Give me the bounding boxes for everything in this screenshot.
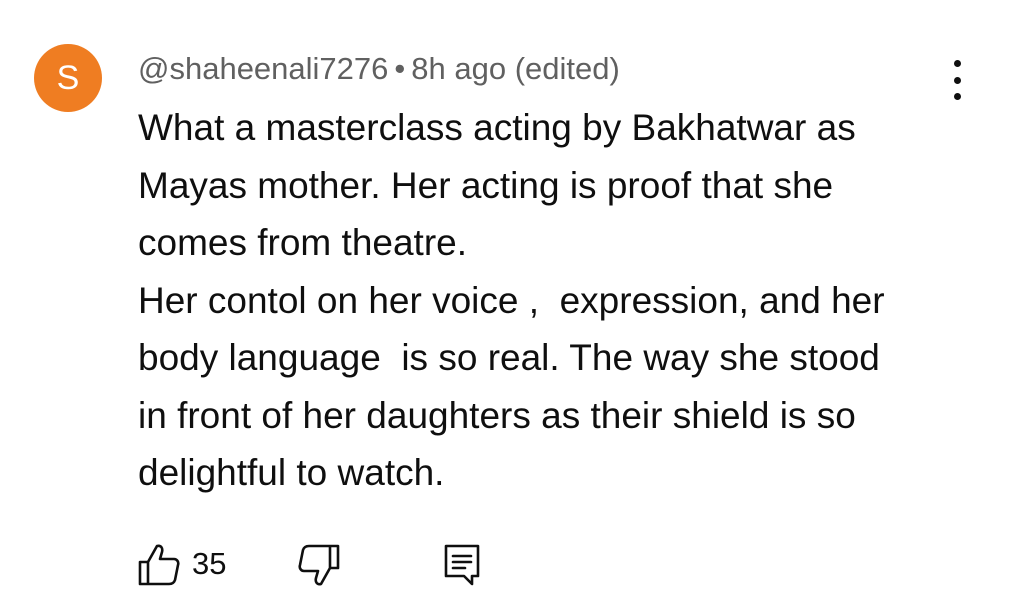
reply-button[interactable] bbox=[442, 542, 482, 586]
comment-line: comes from theatre. bbox=[138, 222, 468, 263]
like-count: 35 bbox=[192, 546, 227, 581]
comment-line: delightful to watch. bbox=[138, 452, 445, 493]
like-button[interactable] bbox=[138, 542, 180, 586]
timestamp: 8h ago bbox=[411, 51, 507, 86]
comment-card: S @shaheenali7276 • 8h ago (edited) What a… bbox=[0, 0, 1024, 592]
thumbs-up-icon bbox=[138, 544, 180, 586]
avatar-letter: S bbox=[56, 59, 80, 97]
more-options-button[interactable] bbox=[942, 60, 972, 100]
comment-line: What a masterclass acting by Bakhatwar a… bbox=[138, 107, 856, 148]
avatar[interactable]: S bbox=[34, 44, 102, 112]
more-vertical-icon-dot bbox=[953, 60, 961, 67]
more-vertical-icon-dot bbox=[953, 76, 961, 84]
comment-line: Her contol on her voice , expression, an… bbox=[138, 279, 885, 321]
edited-label: (edited) bbox=[514, 51, 620, 86]
reply-comment-icon bbox=[444, 544, 480, 586]
comment-text: What a masterclass acting by Bakhatwar a… bbox=[138, 99, 958, 502]
author-handle[interactable]: @shaheenali7276 bbox=[138, 51, 388, 86]
comment-header: @shaheenali7276 • 8h ago (edited) bbox=[138, 50, 620, 88]
thumbs-down-icon bbox=[298, 544, 340, 586]
comment-line: Mayas mother. Her acting is proof that s… bbox=[138, 164, 834, 206]
comment-line: in front of her daughters as their shiel… bbox=[138, 394, 856, 436]
comment-line: body language is so real. The way she st… bbox=[138, 337, 880, 378]
dislike-button[interactable] bbox=[298, 544, 340, 588]
meta-separator: • bbox=[394, 51, 406, 86]
